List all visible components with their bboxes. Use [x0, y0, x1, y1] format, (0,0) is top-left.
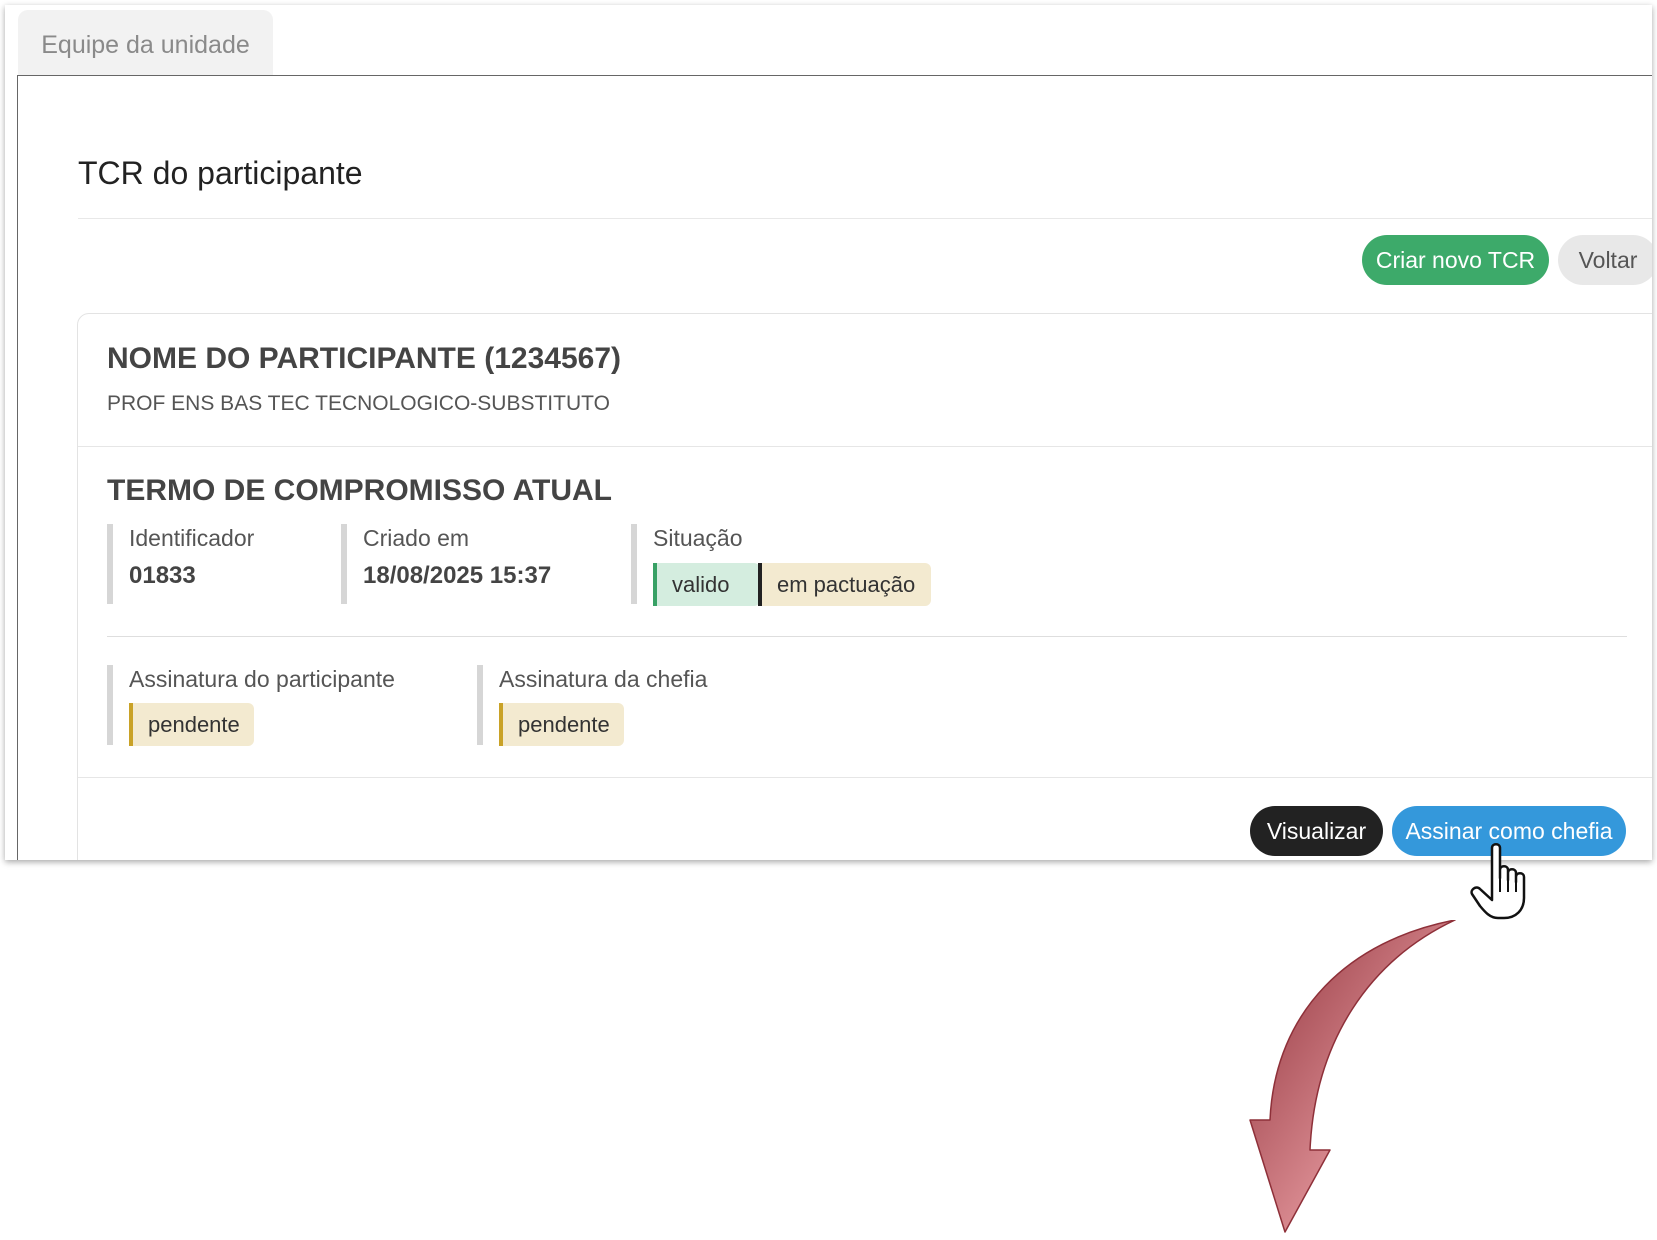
identifier-field: Identificador 01833	[107, 524, 254, 604]
curved-arrow-down-icon	[1249, 920, 1456, 1233]
participant-signature-field: Assinatura do participante pendente	[107, 665, 395, 746]
created-value: 18/08/2025 15:37	[363, 562, 552, 589]
created-field: Criado em 18/08/2025 15:37	[341, 524, 551, 604]
divider	[78, 218, 1652, 219]
divider	[107, 636, 1627, 637]
participant-signature-badge: pendente	[129, 703, 254, 746]
divider	[78, 446, 1652, 447]
identifier-value: 01833	[129, 562, 196, 589]
page-title: TCR do participante	[78, 155, 363, 191]
participant-role: PROF ENS BAS TEC TECNOLOGICO-SUBSTITUTO	[107, 392, 610, 415]
chief-signature-field: Assinatura da chefia pendente	[477, 665, 708, 746]
hand-pointer-icon	[1470, 843, 1526, 920]
status-badge-pactuacao: em pactuação	[758, 563, 931, 606]
participant-signature-label: Assinatura do participante	[129, 666, 395, 692]
screenshot-frame: Equipe da unidade TCR do participante Cr…	[5, 5, 1652, 860]
divider	[78, 777, 1652, 778]
created-label: Criado em	[363, 525, 470, 551]
section-title: TERMO DE COMPROMISSO ATUAL	[107, 474, 612, 507]
back-button[interactable]: Voltar	[1558, 235, 1652, 285]
identifier-label: Identificador	[129, 525, 255, 551]
tab-equipe-da-unidade[interactable]: Equipe da unidade	[18, 10, 273, 80]
view-button[interactable]: Visualizar	[1250, 806, 1383, 856]
participant-name: NOME DO PARTICIPANTE (1234567)	[107, 342, 621, 375]
chief-signature-label: Assinatura da chefia	[499, 666, 708, 692]
chief-signature-badge: pendente	[499, 703, 624, 746]
create-tcr-button[interactable]: Criar novo TCR	[1362, 235, 1549, 285]
status-badge-valido: valido	[653, 563, 760, 606]
status-label: Situação	[653, 525, 743, 551]
